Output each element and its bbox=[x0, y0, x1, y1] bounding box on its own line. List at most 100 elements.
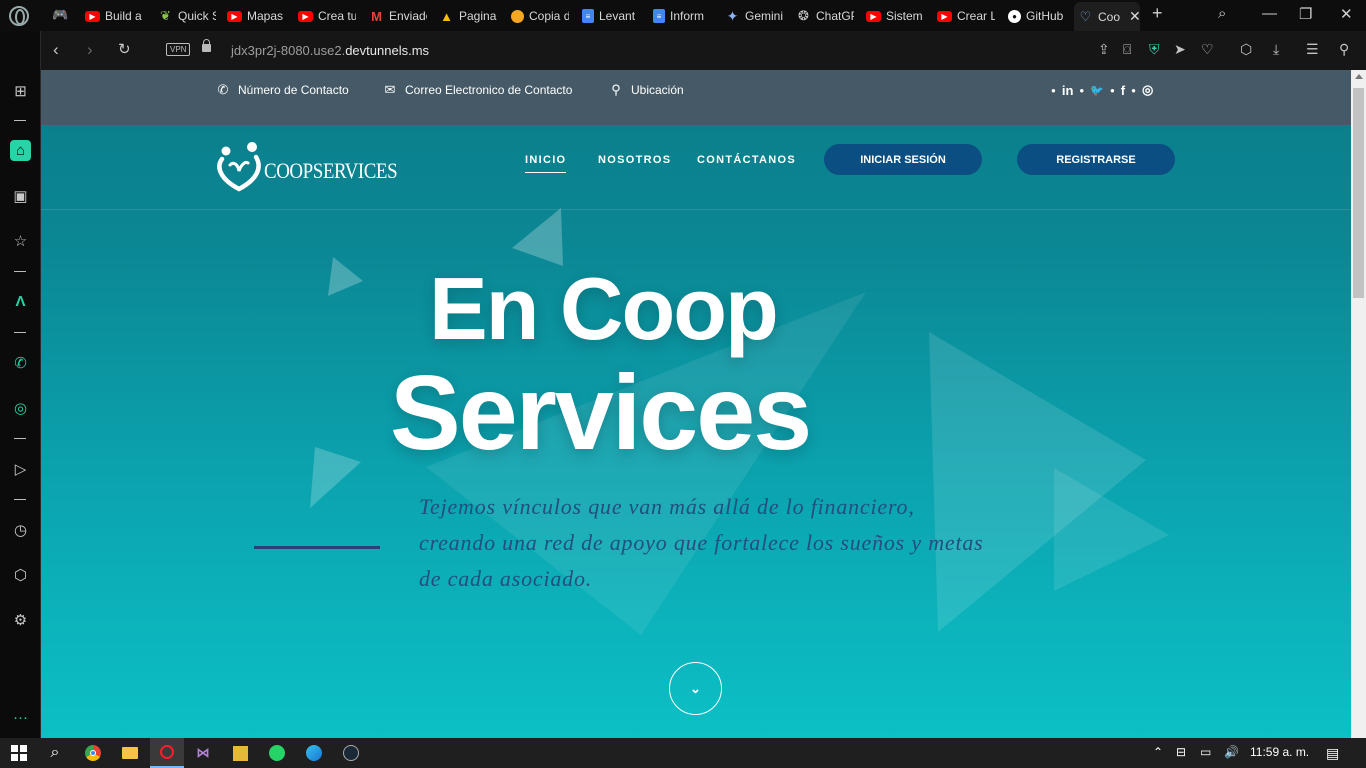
register-button[interactable]: REGISTRARSE bbox=[1017, 144, 1175, 175]
clock[interactable]: 11:59 a. m. bbox=[1250, 745, 1309, 759]
scrollbar-thumb[interactable] bbox=[1353, 88, 1364, 298]
tray-chevron-icon[interactable]: ⌃ bbox=[1153, 745, 1163, 759]
forward-icon[interactable]: › bbox=[87, 40, 93, 60]
scroll-down-button[interactable]: ⌄ bbox=[669, 662, 722, 715]
nav-contact-link[interactable]: CONTÁCTANOS bbox=[697, 154, 796, 166]
back-icon[interactable]: ‹ bbox=[53, 40, 59, 60]
facebook-icon[interactable]: f bbox=[1121, 83, 1125, 98]
edge-icon[interactable] bbox=[304, 743, 324, 763]
contact-info-bar: ✆ Número de Contacto ✉ Correo Electronic… bbox=[41, 70, 1351, 125]
tab-2[interactable]: ❦ Quick S bbox=[158, 4, 216, 28]
player-icon[interactable]: ▷ bbox=[10, 458, 31, 479]
close-tab-icon[interactable]: ✕ bbox=[1129, 8, 1140, 25]
tab-active-coop[interactable]: ♡ Coo ✕ bbox=[1074, 2, 1140, 31]
tab-3[interactable]: ▶ Mapas bbox=[227, 4, 285, 28]
contact-phone[interactable]: ✆ Número de Contacto bbox=[216, 83, 349, 97]
search-icon[interactable]: ⌕ bbox=[45, 743, 65, 763]
page-viewport: ✆ Número de Contacto ✉ Correo Electronic… bbox=[41, 70, 1351, 738]
close-window-icon[interactable]: ✕ bbox=[1340, 5, 1353, 23]
notifications-icon[interactable]: ▤ bbox=[1326, 745, 1339, 762]
windows-start-icon[interactable] bbox=[9, 743, 29, 763]
minimize-icon[interactable]: — bbox=[1262, 5, 1277, 22]
search-icon[interactable]: ⌕ bbox=[1218, 5, 1226, 22]
history-icon[interactable]: ◷ bbox=[10, 519, 31, 540]
gear-icon[interactable]: ⚙ bbox=[10, 609, 31, 630]
battery-icon[interactable]: ▭ bbox=[1200, 745, 1211, 759]
windows-taskbar: ⌕ ⋈ ⌃ ⊟ ▭ 🔊 11:59 a. m. ▤ bbox=[0, 738, 1366, 768]
tab-9[interactable]: ≡ Inform bbox=[653, 4, 711, 28]
restore-icon[interactable]: ❐ bbox=[1299, 5, 1312, 23]
leaf-icon: ❦ bbox=[160, 8, 171, 23]
youtube-icon: ▶ bbox=[937, 10, 952, 22]
contact-email[interactable]: ✉ Correo Electronico de Contacto bbox=[383, 82, 573, 97]
tab-8[interactable]: ≡ Levant bbox=[582, 4, 640, 28]
instagram-icon[interactable]: ◎ bbox=[1142, 82, 1153, 98]
url-field[interactable]: jdx3pr2j-8080.use2.devtunnels.ms bbox=[231, 43, 429, 58]
chrome-icon[interactable] bbox=[83, 743, 103, 763]
whatsapp-icon[interactable] bbox=[267, 743, 287, 763]
tab-1[interactable]: ▶ Build a bbox=[85, 4, 147, 28]
nav-about-link[interactable]: NOSOTROS bbox=[598, 154, 671, 166]
linkedin-icon[interactable]: in bbox=[1062, 83, 1074, 98]
aria-icon[interactable]: Λ bbox=[10, 291, 31, 312]
tab-7[interactable]: Copia d bbox=[511, 4, 569, 28]
instagram-icon[interactable]: ◎ bbox=[10, 397, 31, 418]
cube-icon[interactable]: ⬡ bbox=[1240, 41, 1252, 58]
star-icon[interactable]: ☆ bbox=[10, 230, 31, 251]
extensions-icon[interactable]: ⬡ bbox=[10, 564, 31, 585]
envelope-icon: ✉ bbox=[384, 82, 396, 97]
tab-10[interactable]: ✦ Gemini bbox=[725, 4, 783, 28]
opera-taskbar-icon[interactable] bbox=[150, 738, 184, 768]
scroll-up-arrow-icon[interactable] bbox=[1355, 74, 1363, 79]
tab-5[interactable]: MEnviado bbox=[369, 4, 427, 28]
openai-icon: ❂ bbox=[798, 8, 809, 23]
settings-sliders-icon[interactable]: ☰ bbox=[1306, 41, 1319, 58]
profile-icon[interactable]: ⚲ bbox=[1339, 41, 1349, 58]
docs-icon: ≡ bbox=[582, 9, 594, 23]
gamepad-icon[interactable]: 🎮 bbox=[52, 7, 68, 23]
new-tab-button[interactable]: + bbox=[1152, 3, 1163, 24]
heart-icon[interactable]: ♡ bbox=[1201, 41, 1214, 58]
hero-accent-line bbox=[254, 546, 380, 549]
tab-14[interactable]: ● GitHub bbox=[1008, 4, 1066, 28]
visual-studio-icon[interactable]: ⋈ bbox=[193, 743, 213, 763]
tab-11[interactable]: ❂ChatGP bbox=[796, 4, 854, 28]
reload-icon[interactable]: ↻ bbox=[118, 40, 131, 60]
more-icon[interactable]: ··· bbox=[10, 707, 31, 728]
nav-home-link[interactable]: INICIO bbox=[525, 154, 567, 173]
share-icon[interactable]: ⇪ bbox=[1098, 41, 1110, 58]
tab-6[interactable]: ▲ Pagina bbox=[439, 4, 497, 28]
steam-icon[interactable] bbox=[341, 743, 361, 763]
shield-icon[interactable]: ⛨ bbox=[1149, 41, 1160, 58]
brand-logo[interactable]: COOPSERVICES bbox=[216, 141, 419, 193]
circle-icon bbox=[511, 9, 524, 23]
shopping-bag-icon[interactable]: ⊞ bbox=[10, 80, 31, 101]
volume-icon[interactable]: 🔊 bbox=[1224, 745, 1239, 759]
home-icon[interactable]: ⌂ bbox=[10, 140, 31, 161]
network-icon[interactable]: ⊟ bbox=[1176, 745, 1186, 759]
heart-people-logo-icon bbox=[217, 142, 261, 192]
lock-icon[interactable] bbox=[202, 39, 211, 52]
github-icon: ● bbox=[1008, 9, 1021, 23]
browser-sidebar: ⊞ ⌂ ▣ ☆ Λ ✆ ◎ ▷ ◷ ⬡ ⚙ ··· bbox=[0, 31, 41, 738]
tab-13[interactable]: ▶ Crear L bbox=[937, 4, 995, 28]
twitter-icon[interactable]: 🐦 bbox=[1090, 84, 1104, 97]
send-icon[interactable]: ➤ bbox=[1174, 41, 1186, 58]
tab-4[interactable]: ▶ Crea tu bbox=[298, 4, 356, 28]
youtube-icon: ▶ bbox=[866, 10, 881, 22]
app-icon[interactable] bbox=[230, 743, 250, 763]
contact-location[interactable]: ⚲ Ubicación bbox=[609, 83, 683, 97]
camera-icon[interactable]: ⌼ bbox=[1123, 41, 1131, 58]
login-button[interactable]: INICIAR SESIÓN bbox=[824, 144, 982, 175]
gaming-icon[interactable]: ▣ bbox=[10, 185, 31, 206]
opera-logo-icon[interactable] bbox=[9, 6, 29, 26]
url-domain: devtunnels.ms bbox=[345, 43, 430, 58]
page-scrollbar[interactable] bbox=[1351, 70, 1366, 738]
download-icon[interactable]: ⤓ bbox=[1273, 41, 1279, 58]
tab-12[interactable]: ▶ Sistem bbox=[866, 4, 924, 28]
file-explorer-icon[interactable] bbox=[120, 743, 140, 763]
vpn-badge[interactable]: VPN bbox=[166, 43, 191, 56]
whatsapp-icon[interactable]: ✆ bbox=[10, 352, 31, 373]
gmail-icon: M bbox=[371, 8, 382, 24]
hero-title-line-1: En Coop bbox=[429, 259, 779, 358]
